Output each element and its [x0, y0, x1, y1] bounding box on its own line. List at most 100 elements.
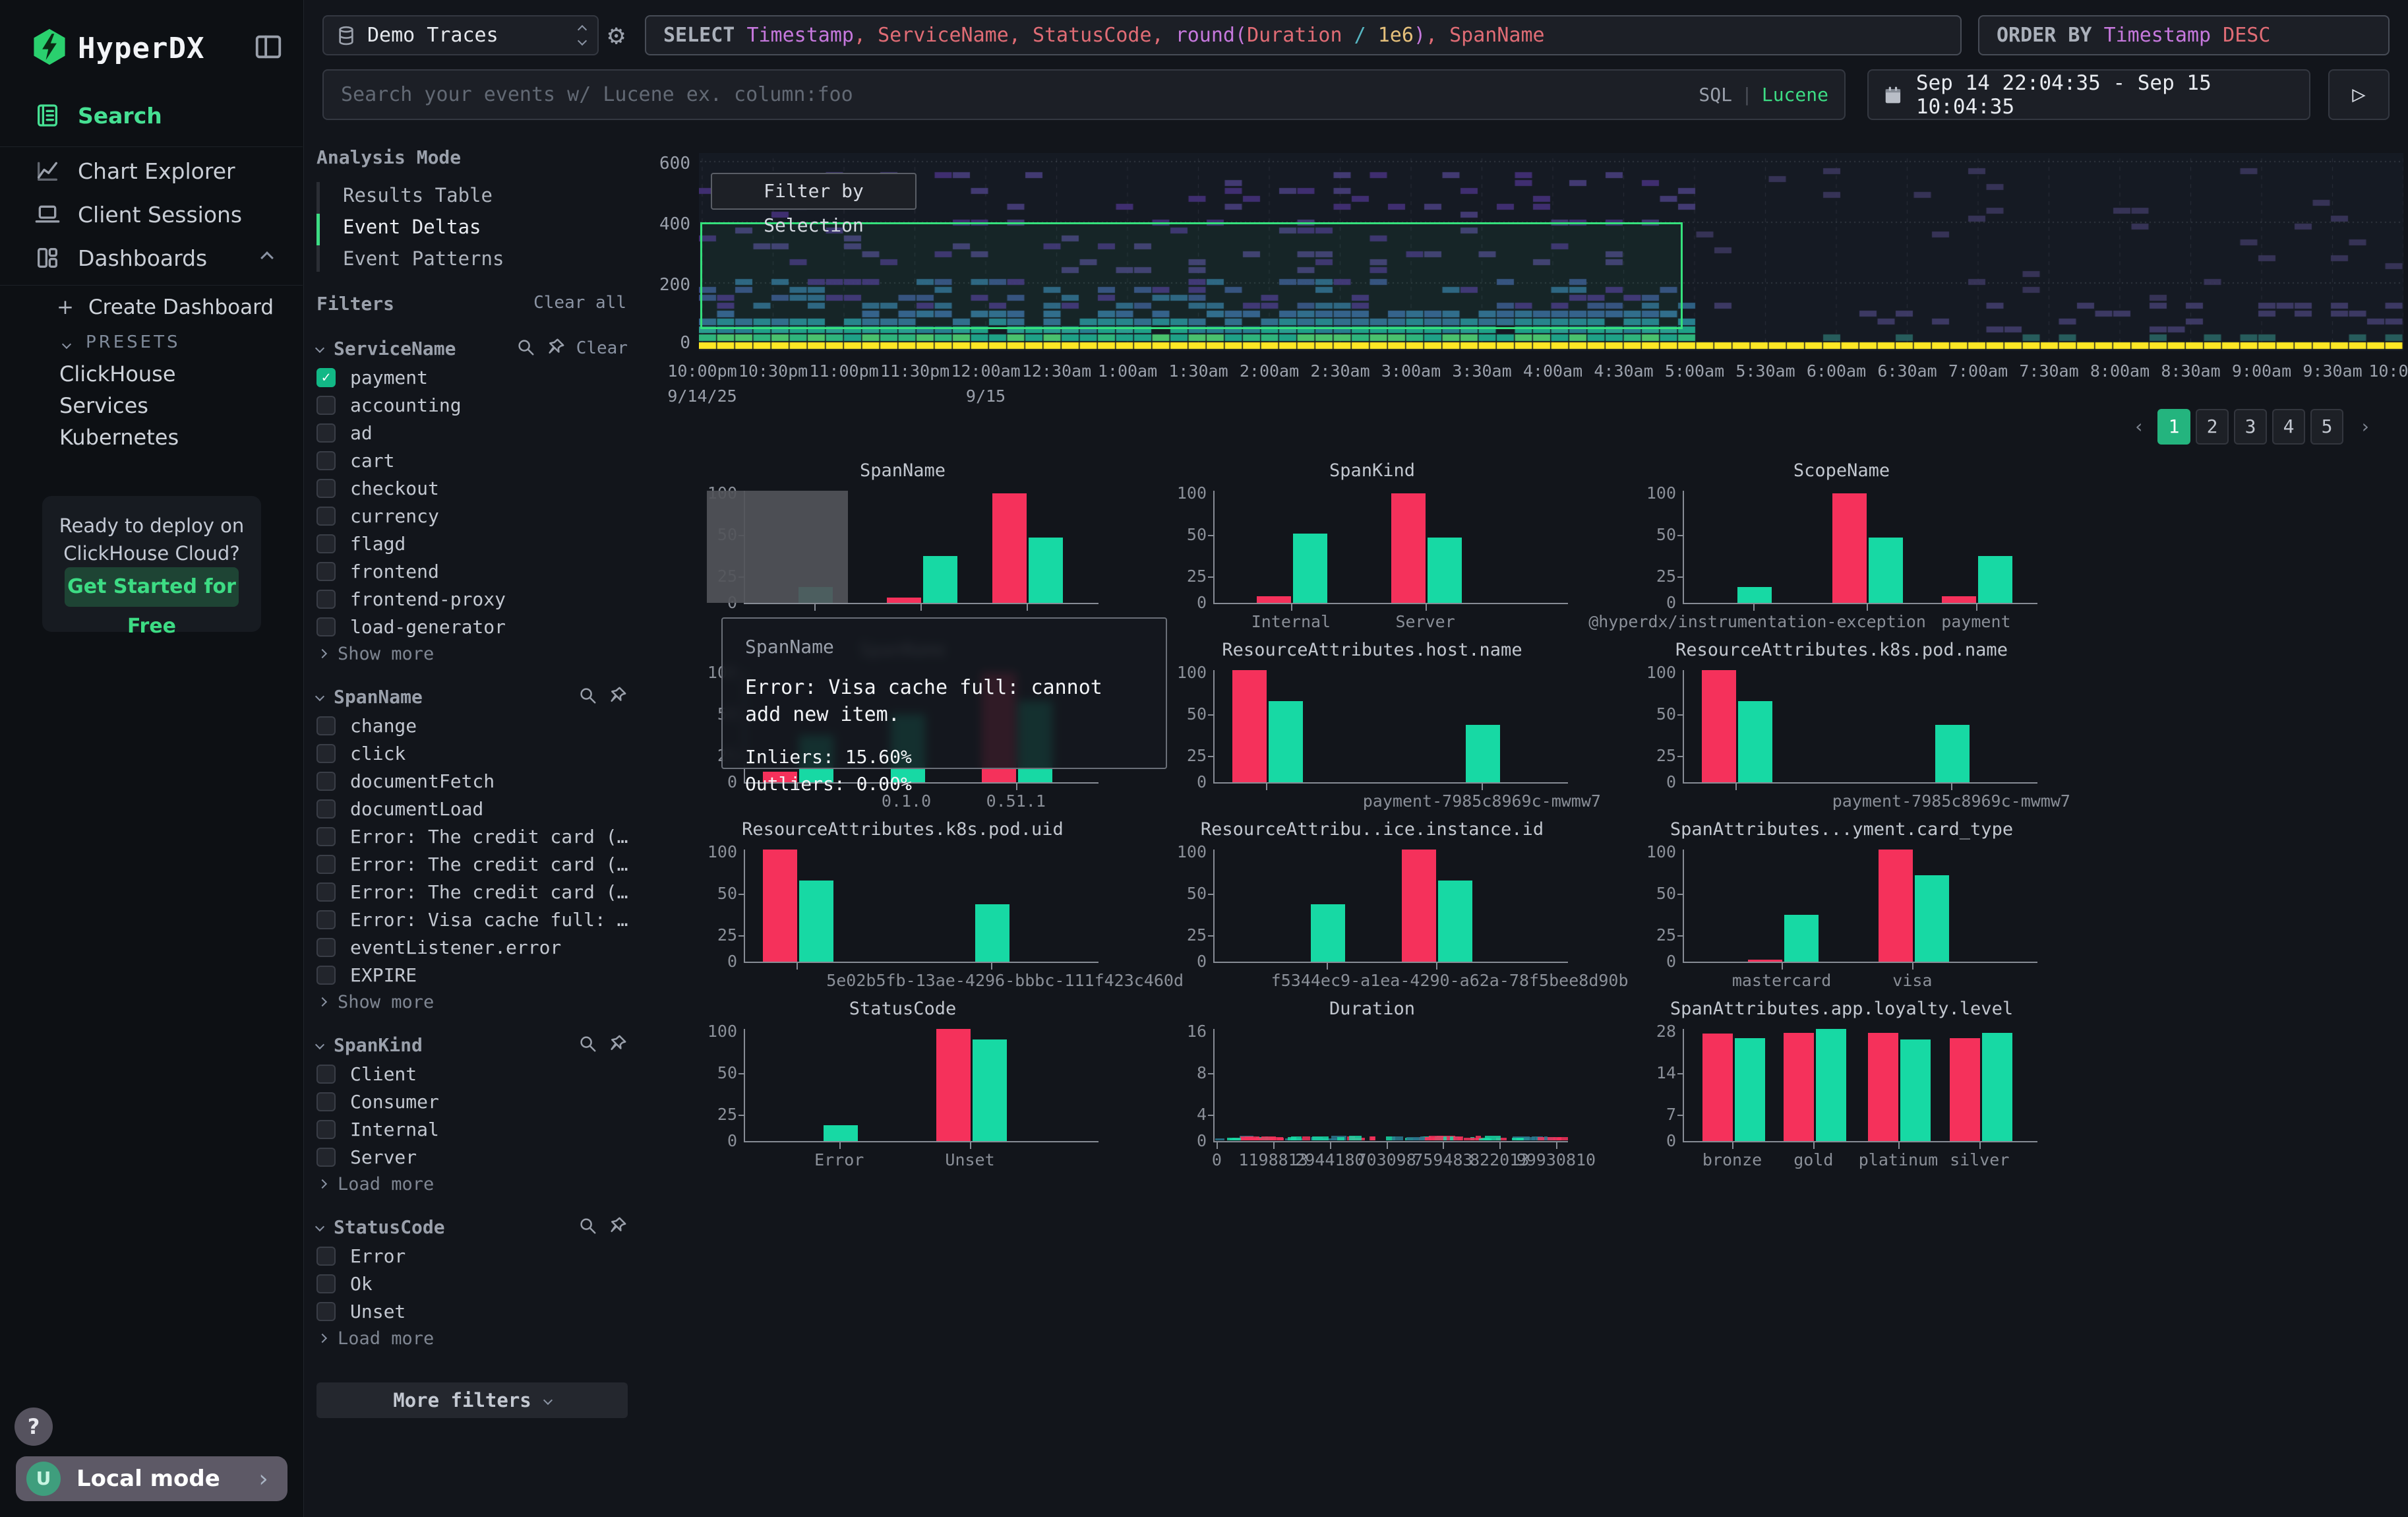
bar-inliers[interactable] [975, 904, 1009, 962]
help-button[interactable]: ? [15, 1408, 53, 1446]
search-icon[interactable] [516, 337, 535, 359]
checkbox[interactable] [316, 1302, 336, 1321]
filter-option[interactable]: Consumer [316, 1088, 628, 1115]
collapse-sidebar-icon[interactable] [253, 32, 284, 62]
bar-inliers[interactable] [799, 881, 833, 962]
analysis-mode-event-deltas[interactable]: Event Deltas [316, 211, 626, 243]
gear-icon[interactable]: ⚙ [608, 18, 624, 51]
checkbox[interactable] [316, 1247, 336, 1266]
checkbox[interactable] [316, 1065, 336, 1084]
bar-inliers[interactable] [1978, 556, 2012, 603]
checkbox[interactable] [316, 396, 336, 415]
filter-option[interactable]: Error: The credit card (… [316, 878, 628, 906]
bar-outliers[interactable] [1868, 1033, 1898, 1141]
sidebar-item-dashboards[interactable]: Dashboards [0, 236, 303, 280]
filter-option[interactable]: checkout [316, 474, 628, 502]
checkbox[interactable] [316, 772, 336, 791]
filter-option[interactable]: Server [316, 1143, 628, 1171]
create-dashboard-button[interactable]: +Create Dashboard [57, 295, 274, 319]
analysis-mode-event-patterns[interactable]: Event Patterns [316, 243, 626, 274]
bar-outliers[interactable] [1391, 493, 1426, 603]
analysis-mode-results-table[interactable]: Results Table [316, 179, 626, 211]
bar-inliers[interactable] [1900, 1039, 1931, 1141]
bar-outliers[interactable] [992, 493, 1027, 603]
checkbox[interactable] [316, 966, 336, 985]
page-next[interactable]: › [2349, 409, 2382, 445]
bar-inliers[interactable] [824, 1125, 858, 1141]
filter-option[interactable]: eventListener.error [316, 933, 628, 961]
bar-inliers[interactable] [1737, 587, 1772, 603]
date-range-picker[interactable]: Sep 14 22:04:35 - Sep 15 10:04:35 [1867, 69, 2310, 120]
bar-outliers[interactable] [1942, 596, 1976, 603]
page-prev[interactable]: ‹ [2124, 409, 2153, 445]
filter-option[interactable]: Unset [316, 1297, 628, 1325]
bar-inliers[interactable] [1869, 538, 1903, 603]
checkbox[interactable] [316, 827, 336, 846]
order-by-expression[interactable]: ORDER BY Timestamp DESC [1978, 15, 2390, 55]
bar-outliers[interactable] [1748, 960, 1782, 962]
bar-outliers[interactable] [1950, 1038, 1980, 1141]
pin-icon[interactable] [608, 685, 628, 708]
checkbox[interactable] [316, 423, 336, 443]
filter-by-selection-button[interactable]: Filter by Selection [711, 173, 917, 210]
bar-inliers[interactable] [1293, 534, 1327, 603]
sql-select-expression[interactable]: SELECT Timestamp, ServiceName, StatusCod… [645, 15, 1962, 55]
bar-outliers[interactable] [763, 850, 797, 962]
bar-inliers[interactable] [1982, 1033, 2012, 1141]
bar-inliers[interactable] [1735, 1038, 1765, 1141]
bar-outliers[interactable] [1257, 596, 1291, 603]
checkbox[interactable] [316, 1274, 336, 1293]
page-1[interactable]: 1 [2157, 409, 2190, 445]
checkbox[interactable] [316, 617, 336, 636]
show-more-button[interactable]: Load more [316, 1171, 628, 1197]
bar-inliers[interactable] [1269, 701, 1303, 782]
lang-toggle-lucene[interactable]: Lucene [1762, 84, 1828, 106]
sidebar-item-client-sessions[interactable]: Client Sessions [0, 193, 303, 236]
filter-option[interactable]: ad [316, 419, 628, 447]
chevron-down-icon[interactable] [315, 1222, 324, 1231]
checkbox[interactable] [316, 451, 336, 470]
page-5[interactable]: 5 [2310, 409, 2343, 445]
clear-group-button[interactable]: Clear [576, 338, 628, 358]
bar-outliers[interactable] [1232, 670, 1267, 782]
sidebar-item-search[interactable]: Search [0, 94, 303, 137]
bar-outliers[interactable] [1702, 1034, 1733, 1141]
filter-option[interactable]: Error: Visa cache full: … [316, 906, 628, 933]
bar-inliers[interactable] [1311, 904, 1345, 962]
search-icon[interactable] [578, 1216, 597, 1238]
filter-option[interactable]: documentFetch [316, 767, 628, 795]
local-mode-button[interactable]: U Local mode › [16, 1456, 287, 1501]
chevron-down-icon[interactable] [315, 692, 324, 701]
filter-option[interactable]: change [316, 712, 628, 739]
filter-option[interactable]: EXPIRE [316, 961, 628, 989]
sidebar-item-clickhouse[interactable]: ClickHouse [59, 361, 176, 387]
bar-outliers[interactable] [1702, 670, 1736, 782]
search-icon[interactable] [578, 685, 597, 708]
pin-icon[interactable] [608, 1034, 628, 1056]
search-input[interactable] [340, 82, 1689, 107]
filter-option[interactable]: Ok [316, 1270, 628, 1297]
checkbox[interactable] [316, 1092, 336, 1111]
chevron-down-icon[interactable] [315, 344, 324, 353]
filter-option[interactable]: cart [316, 447, 628, 474]
filter-option[interactable]: Error: The credit card (… [316, 850, 628, 878]
bar-outliers[interactable] [1784, 1033, 1814, 1141]
bar-inliers[interactable] [1738, 701, 1772, 782]
lang-toggle-sql[interactable]: SQL [1699, 84, 1732, 106]
presets-toggle[interactable]: PRESETS [63, 332, 181, 352]
bar-inliers[interactable] [1784, 915, 1819, 962]
bar-outliers[interactable] [936, 1029, 971, 1141]
bar-inliers[interactable] [973, 1039, 1007, 1141]
filter-option[interactable]: frontend [316, 557, 628, 585]
checkbox[interactable] [316, 799, 336, 819]
bar-inliers[interactable] [923, 556, 957, 603]
page-4[interactable]: 4 [2272, 409, 2305, 445]
filter-option[interactable]: Error [316, 1242, 628, 1270]
bar-outliers[interactable] [1832, 493, 1867, 603]
checkbox[interactable] [316, 938, 336, 957]
checkbox[interactable] [316, 855, 336, 874]
pin-icon[interactable] [608, 1216, 628, 1238]
filter-option[interactable]: Client [316, 1060, 628, 1088]
filter-option[interactable]: flagd [316, 530, 628, 557]
chevron-down-icon[interactable] [315, 1040, 324, 1049]
